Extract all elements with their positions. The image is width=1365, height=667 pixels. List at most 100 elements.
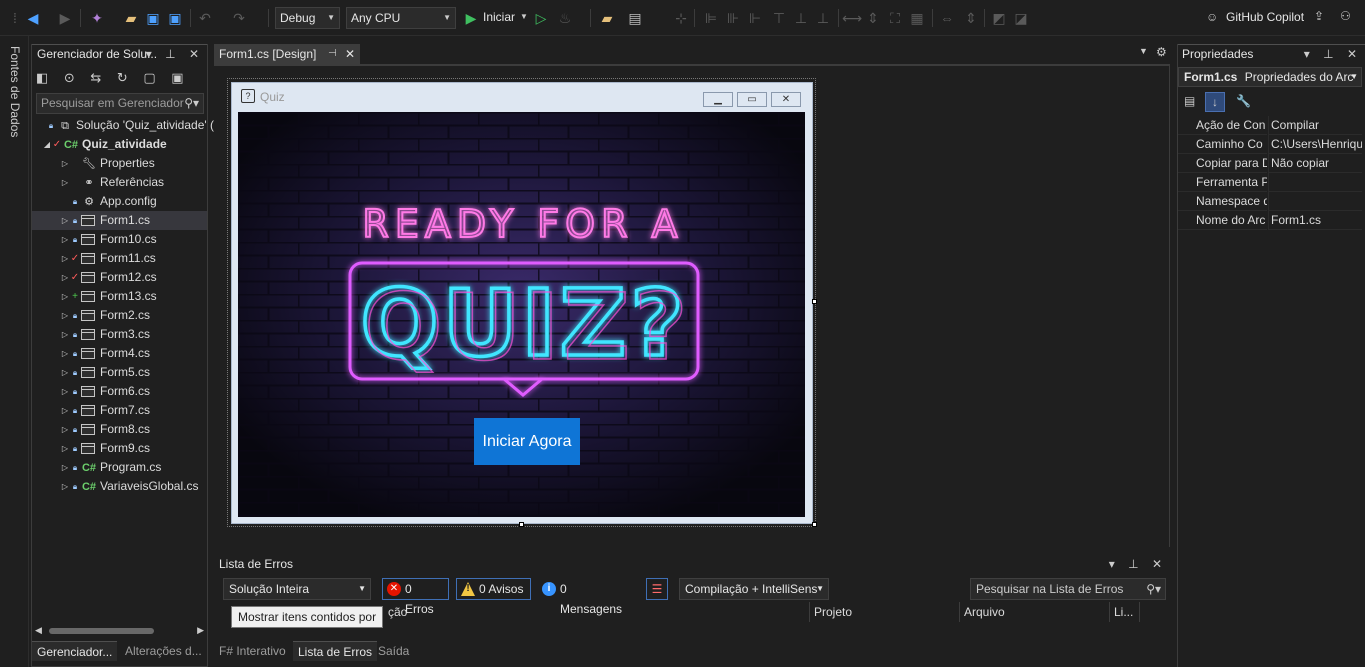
tab-fsharp-interactive[interactable]: F# Interativo — [214, 641, 291, 661]
tree-item[interactable]: ▷ 🔒︎ Form2.cs — [32, 306, 207, 325]
property-value[interactable]: Compilar — [1268, 116, 1362, 135]
align-middle-icon[interactable]: ⊥ — [792, 9, 810, 27]
forward-arrow-icon[interactable]: ▶ — [56, 9, 74, 27]
expander-chevron-icon[interactable]: ▷ — [60, 230, 70, 249]
play-outline-icon[interactable]: ▷ — [532, 9, 550, 27]
tree-item[interactable]: ▷ 🔒︎ Form5.cs — [32, 363, 207, 382]
share-icon[interactable]: ⇪ — [1314, 9, 1324, 23]
spacing-icon[interactable]: ⇔ — [938, 9, 956, 27]
gear-icon[interactable]: ⚙ — [1156, 45, 1167, 59]
scope-combo[interactable]: Solução Inteira ▼ — [223, 578, 371, 600]
play-icon[interactable]: ▶ — [462, 9, 480, 27]
property-pages-icon[interactable]: 🔧 — [1236, 94, 1251, 108]
properties-object-selector[interactable]: Form1.cs Propriedades do Arc ▼ — [1178, 67, 1362, 87]
copilot-icon[interactable]: ☺ — [1206, 10, 1218, 24]
expander-chevron-icon[interactable]: ▷ — [60, 363, 70, 382]
close-icon[interactable]: ✕ — [345, 44, 355, 64]
panel-header-buttons[interactable]: ▾ ⊥ ✕ — [1109, 555, 1167, 573]
panel-header-buttons[interactable]: ▾ ⊥ ✕ — [1304, 45, 1362, 63]
tree-item[interactable]: ▷ 🔒︎ C# VariaveisGlobal.cs — [32, 477, 207, 496]
build-filter-combo[interactable]: Compilação + IntelliSens ▼ — [679, 578, 829, 600]
column-description[interactable]: ção — [384, 602, 810, 622]
send-back-icon[interactable]: ◪ — [1012, 9, 1030, 27]
expander-chevron-icon[interactable]: ▷ — [60, 344, 70, 363]
property-value[interactable] — [1268, 192, 1362, 211]
save-all-icon[interactable]: ▣ — [166, 9, 184, 27]
tree-item[interactable]: ▷ 🔒︎ C# Program.cs — [32, 458, 207, 477]
tree-item[interactable]: ▷ 🔒︎ Form10.cs — [32, 230, 207, 249]
expander-chevron-icon[interactable]: ▷ — [60, 211, 70, 230]
align-bottom-icon[interactable]: ⊥ — [814, 9, 832, 27]
property-value[interactable]: Form1.cs — [1268, 211, 1362, 230]
property-row[interactable]: Namespace d — [1178, 192, 1362, 211]
tree-item[interactable]: ▷ 🔒︎ Form4.cs — [32, 344, 207, 363]
column-project[interactable]: Projeto — [810, 602, 960, 622]
tree-item[interactable]: ▷ 🔒︎ Form9.cs — [32, 439, 207, 458]
redo-icon[interactable]: ↷ — [230, 9, 248, 27]
solution-explorer-toolbar[interactable]: ◧ ⊙ ⇆ ↻ ▢ ▣ — [36, 70, 206, 88]
expander-chevron-icon[interactable]: ▷ — [60, 306, 70, 325]
expander-chevron-icon[interactable]: ▷ — [60, 249, 70, 268]
expander-chevron-icon[interactable]: ▷ — [60, 401, 70, 420]
tree-item[interactable]: ▷ + Form13.cs — [32, 287, 207, 306]
pin-icon[interactable]: ⊣ — [328, 44, 337, 64]
tab-output[interactable]: Saída — [373, 641, 414, 661]
tree-horizontal-scrollbar[interactable]: ◀ ▶ — [35, 625, 204, 637]
errors-filter-button[interactable]: ✕ 0 Erros — [382, 578, 449, 616]
solution-folder-icon[interactable]: ▰ — [598, 9, 616, 27]
property-row[interactable]: Ação de Con Compilar — [1178, 116, 1362, 135]
resize-grip-right[interactable] — [812, 299, 817, 304]
tree-item[interactable]: ▷ 🔒︎ Form6.cs — [32, 382, 207, 401]
align-top-icon[interactable]: ⊤ — [770, 9, 788, 27]
tree-item[interactable]: ◢ ✓ C# Quiz_atividade — [32, 135, 207, 154]
solution-search-input[interactable]: Pesquisar em Gerenciador ⚲▾ — [36, 93, 204, 114]
panel-header-buttons[interactable]: ▾ ⊥ ✕ — [146, 45, 204, 63]
tree-item[interactable]: ▷ ✓ Form11.cs — [32, 249, 207, 268]
scroll-right-icon[interactable]: ▶ — [197, 625, 204, 636]
tree-item[interactable]: ▷ 🔒︎ Form3.cs — [32, 325, 207, 344]
error-search-input[interactable]: Pesquisar na Lista de Erros ⚲▾ — [970, 578, 1166, 600]
categorized-icon[interactable]: ▤ — [1184, 94, 1195, 108]
expander-chevron-icon[interactable]: ▷ — [60, 268, 70, 287]
tree-item[interactable]: 🔒︎ ⧉ Solução 'Quiz_atividade' (1 — [32, 116, 221, 135]
tab-form1-design[interactable]: Form1.cs [Design] ⊣ ✕ — [214, 44, 360, 64]
expander-chevron-icon[interactable]: ▷ — [60, 458, 70, 477]
filter-icon[interactable]: ☰ — [646, 578, 668, 600]
property-value[interactable] — [1268, 173, 1362, 192]
alphabetical-icon[interactable]: ↓ — [1205, 92, 1225, 112]
property-row[interactable]: Copiar para D Não copiar — [1178, 154, 1362, 173]
tree-item[interactable]: ▷ 🔒︎ Form8.cs — [32, 420, 207, 439]
expander-chevron-icon[interactable]: ▷ — [60, 173, 70, 192]
back-arrow-icon[interactable]: ◀ — [24, 9, 42, 27]
chevron-down-icon[interactable]: ▼ — [1139, 46, 1148, 56]
account-icon[interactable]: ⚇ — [1340, 9, 1351, 23]
bring-front-icon[interactable]: ◩ — [990, 9, 1008, 27]
property-row[interactable]: Nome do Arc Form1.cs — [1178, 211, 1362, 230]
warnings-filter-button[interactable]: ! 0 Avisos — [456, 578, 531, 600]
tree-item[interactable]: ▷ 🔒︎ Form7.cs — [32, 401, 207, 420]
column-line[interactable]: Li... — [1110, 602, 1140, 622]
tab-error-list[interactable]: Lista de Erros — [293, 641, 378, 661]
designer-form[interactable]: ? Quiz ▁ ▭ ✕ READY FOR A QUIZ? QUIZ? Ini… — [231, 82, 813, 524]
same-width-icon[interactable]: ⟷ — [842, 9, 862, 27]
same-size-icon[interactable]: ⛶ — [886, 9, 904, 27]
tree-item[interactable]: ▷ ⚭ Referências — [32, 173, 207, 192]
platform-combo[interactable]: Any CPU ▼ — [346, 7, 456, 29]
align-center-icon[interactable]: ⊪ — [724, 9, 742, 27]
tree-item[interactable]: ▷ 🔒︎ Form1.cs — [32, 211, 207, 230]
align-left-icon[interactable]: ⊫ — [702, 9, 720, 27]
column-file[interactable]: Arquivo — [960, 602, 1110, 622]
tab-solution-explorer[interactable]: Gerenciador... — [32, 641, 118, 661]
resize-grip-corner[interactable] — [812, 522, 817, 527]
tree-item[interactable]: ▷ ✓ Form12.cs — [32, 268, 207, 287]
expander-chevron-icon[interactable]: ▷ — [60, 439, 70, 458]
start-label[interactable]: Iniciar — [483, 10, 515, 24]
property-row[interactable]: Caminho Co C:\Users\Henriqu — [1178, 135, 1362, 154]
scroll-left-icon[interactable]: ◀ — [35, 625, 42, 636]
undo-icon[interactable]: ↶ — [196, 9, 214, 27]
expander-chevron-icon[interactable]: ◢ — [42, 135, 52, 154]
chevron-down-icon[interactable]: ▼ — [520, 12, 528, 21]
align-grid-icon[interactable]: ⊹ — [672, 9, 690, 27]
open-folder-icon[interactable]: ▰ — [122, 9, 140, 27]
property-row[interactable]: Ferramenta P — [1178, 173, 1362, 192]
